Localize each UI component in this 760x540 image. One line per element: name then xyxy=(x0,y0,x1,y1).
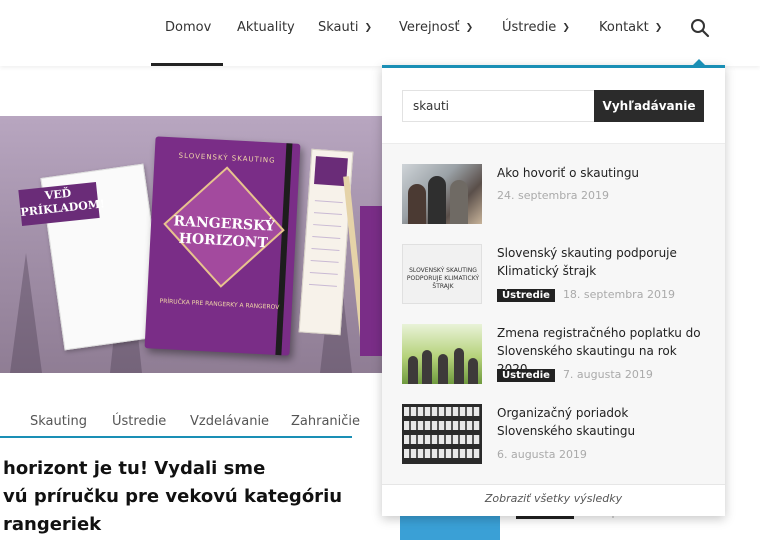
book-cover: SLOVENSKÝ SKAUTING RANGERSKÝ HORIZONT PR… xyxy=(144,136,301,356)
search-result[interactable]: Organizačný poriadok Slovenského skautin… xyxy=(402,404,707,466)
result-date: 6. augusta 2019 xyxy=(497,448,587,461)
bookmark-line xyxy=(314,200,343,204)
result-date: 18. septembra 2019 xyxy=(562,288,675,301)
hero-image[interactable]: VEĎ PRÍKLADOM! SLOVENSKÝ SKAUTING RANGER… xyxy=(0,116,385,373)
category-badge[interactable]: Ústredie xyxy=(497,369,555,382)
tab-vzdelavanie[interactable]: Vzdelávanie xyxy=(190,414,269,429)
book-title: RANGERSKÝ HORIZONT xyxy=(173,213,276,252)
result-meta: 6. augusta 2019 xyxy=(497,448,587,461)
nav-item-ustredie[interactable]: Ústredie ❯ xyxy=(502,20,570,35)
person-shape xyxy=(408,356,418,384)
site-header: Domov Aktuality Skauti ❯ Verejnosť ❯ Ústre… xyxy=(0,0,760,66)
binder-row xyxy=(404,435,480,444)
person-shape xyxy=(468,358,478,384)
person-shape xyxy=(450,180,468,224)
search-icon[interactable] xyxy=(688,16,712,40)
nav-active-indicator xyxy=(151,63,223,66)
person-shape xyxy=(454,348,464,384)
binder-row xyxy=(404,407,480,416)
result-title[interactable]: Organizačný poriadok Slovenského skautin… xyxy=(497,404,707,440)
book-top-label: SLOVENSKÝ SKAUTING xyxy=(178,151,276,165)
result-title[interactable]: Ako hovoriť o skautingu xyxy=(497,164,707,182)
book-subtitle: PRÍRUČKA PRE RANGERKY A RANGEROV xyxy=(159,297,280,312)
nav-label: Kontakt xyxy=(599,20,649,35)
article-title[interactable]: horizont je tu! Vydali sme vú príručku p… xyxy=(0,455,380,539)
nav-label: Aktuality xyxy=(237,20,295,35)
nav-item-skauti[interactable]: Skauti ❯ xyxy=(318,20,372,35)
result-meta: Ústredie 7. augusta 2019 xyxy=(497,368,653,382)
binder-row xyxy=(404,421,480,430)
article-title-line: horizont je tu! Vydali sme xyxy=(3,458,266,479)
search-input[interactable] xyxy=(402,90,604,122)
person-shape xyxy=(408,184,426,224)
tab-zahranicie[interactable]: Zahraničie xyxy=(291,414,360,429)
show-all-results-link[interactable]: Zobraziť všetky výsledky xyxy=(382,492,725,505)
binder-row xyxy=(404,449,480,458)
nav-item-kontakt[interactable]: Kontakt ❯ xyxy=(599,20,662,35)
result-thumbnail[interactable] xyxy=(402,324,482,384)
nav-item-domov[interactable]: Domov xyxy=(165,20,211,35)
dropdown-caret xyxy=(693,59,705,65)
nav-label: Domov xyxy=(165,20,212,35)
search-results: Ako hovoriť o skautingu 24. septembra 20… xyxy=(382,143,725,485)
nav-item-aktuality[interactable]: Aktuality xyxy=(237,20,295,35)
result-meta: Ústredie 18. septembra 2019 xyxy=(497,288,675,302)
result-title[interactable]: Slovenský skauting podporuje Klimatický … xyxy=(497,244,707,280)
chevron-down-icon: ❯ xyxy=(465,23,474,33)
thumb-text: SLOVENSKÝ SKAUTING PODPORUJE KLIMATICKÝ … xyxy=(406,267,480,290)
search-result[interactable]: Zmena registračného poplatku do Slovensk… xyxy=(402,324,707,386)
bookmark-line xyxy=(308,283,337,287)
bookmark-line xyxy=(310,259,339,263)
search-button[interactable]: Vyhľadávanie xyxy=(594,90,704,122)
chevron-down-icon: ❯ xyxy=(562,23,570,33)
result-thumbnail[interactable] xyxy=(402,164,482,224)
nav-label: Ústredie xyxy=(502,20,557,35)
nav-item-verejnost[interactable]: Verejnosť ❯ xyxy=(399,20,473,35)
article-title-line: vú príručku pre vekovú kategóriu xyxy=(3,486,343,507)
person-shape xyxy=(438,354,448,384)
bookmark-line xyxy=(311,248,340,251)
category-tabs: Skauting Ústredie Vzdelávanie Zahraničie xyxy=(0,410,360,438)
result-thumbnail[interactable]: SLOVENSKÝ SKAUTING PODPORUJE KLIMATICKÝ … xyxy=(402,244,482,304)
search-result[interactable]: Ako hovoriť o skautingu 24. septembra 20… xyxy=(402,164,707,226)
nav-label: Skauti xyxy=(318,20,359,35)
chevron-down-icon: ❯ xyxy=(654,23,663,33)
background-thumbnail[interactable] xyxy=(400,512,500,540)
category-badge[interactable]: Ústredie xyxy=(497,289,555,302)
bookmark-line xyxy=(313,224,342,228)
nav-label: Verejnosť xyxy=(399,20,460,35)
chevron-down-icon: ❯ xyxy=(364,23,373,33)
tab-skauting[interactable]: Skauting xyxy=(30,414,87,429)
person-shape xyxy=(422,350,432,384)
tree-shape xyxy=(10,253,42,373)
bookmark-line xyxy=(312,236,341,239)
article-title-line: rangeriek xyxy=(3,514,102,535)
result-thumbnail[interactable] xyxy=(402,404,482,464)
bookmark-line xyxy=(313,212,342,216)
tab-ustredie[interactable]: Ústredie xyxy=(112,414,166,429)
person-shape xyxy=(428,176,446,224)
search-result[interactable]: SLOVENSKÝ SKAUTING PODPORUJE KLIMATICKÝ … xyxy=(402,244,707,306)
result-date: 7. augusta 2019 xyxy=(562,368,653,381)
result-meta: 24. septembra 2019 xyxy=(497,189,609,202)
search-dropdown: Vyhľadávanie Ako hovoriť o skautingu 24.… xyxy=(382,59,725,516)
search-form: Vyhľadávanie xyxy=(402,90,704,122)
bookmark-line xyxy=(309,271,338,275)
result-date: 24. septembra 2019 xyxy=(497,189,610,202)
